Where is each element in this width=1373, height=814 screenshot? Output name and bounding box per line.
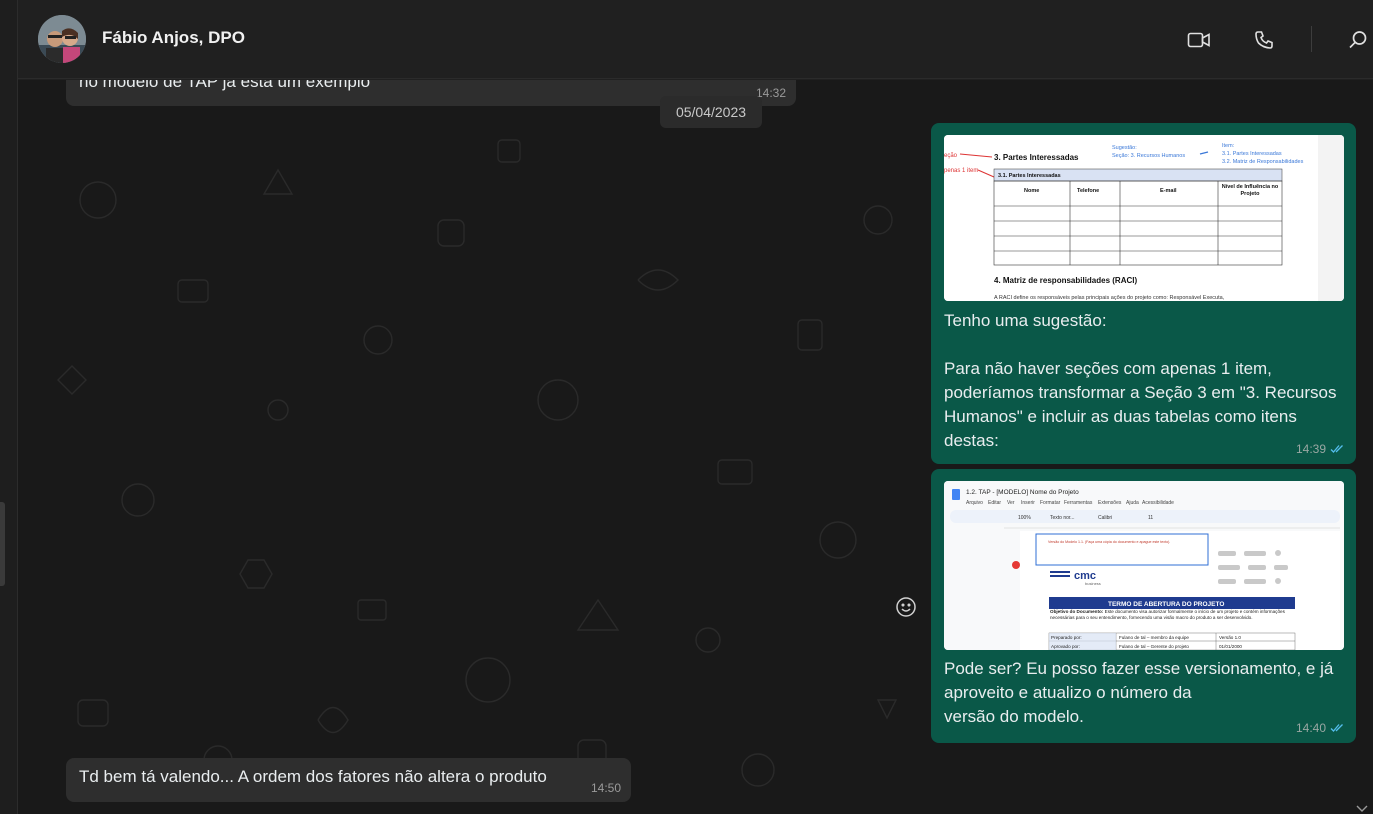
video-call-icon[interactable]	[1185, 26, 1213, 54]
time-label: 14:40	[1295, 721, 1326, 735]
message-outgoing[interactable]: eção penas 1 item 3. Partes Interessadas…	[931, 123, 1356, 464]
image-annotation: eção	[944, 153, 958, 159]
doc-style: Texto nor...	[1050, 515, 1074, 521]
doc-menu: Ajuda	[1126, 500, 1139, 506]
doc-menu: Inserir	[1021, 500, 1035, 506]
message-time: 14:50	[591, 781, 621, 795]
avatar[interactable]	[38, 15, 86, 63]
doc-menu: Arquivo	[966, 500, 983, 506]
image-text: Seção: 3. Recursos Humanos	[1112, 153, 1185, 159]
doc-banner: TERMO DE ABERTURA DO PROJETO	[1108, 601, 1224, 608]
image-heading: 3. Partes Interessadas	[994, 153, 1079, 162]
image-text: A RACI define os responsáveis pelas prin…	[994, 295, 1225, 301]
doc-table-value: Fulano de tal – membro da equipe	[1119, 635, 1189, 640]
doc-menu: Formatar	[1040, 500, 1061, 506]
doc-table-label: Aprovado por:	[1051, 644, 1080, 649]
table-header: Nome	[1024, 188, 1039, 194]
contact-name[interactable]: Fábio Anjos, DPO	[102, 28, 245, 48]
left-panel-edge	[0, 0, 18, 814]
table-header: Nível de Influência no Projeto	[1221, 184, 1279, 197]
image-text: Sugestão:	[1112, 145, 1137, 151]
scroll-down-icon[interactable]	[1351, 800, 1373, 814]
voice-call-icon[interactable]	[1250, 26, 1278, 54]
read-receipt-icon	[1330, 724, 1343, 732]
image-text: 3.2. Matriz de Responsabilidades	[1222, 159, 1304, 165]
doc-zoom: 100%	[1018, 515, 1031, 521]
doc-font-size: 11	[1148, 515, 1153, 521]
message-text: Tenho uma sugestão: Para não haver seçõe…	[944, 311, 1337, 450]
doc-menu: Editar	[988, 500, 1001, 506]
message-outgoing[interactable]: 1.2. TAP - [MODELO] Nome do Projeto Arqu…	[931, 469, 1356, 743]
message-text: no modelo de TAP já está um exemplo	[79, 80, 371, 91]
read-receipt-icon	[1330, 445, 1343, 453]
image-text: 3.1. Partes Interessadas	[1222, 151, 1282, 157]
doc-menu: Ver	[1007, 500, 1015, 506]
doc-logo-sub: business	[1085, 581, 1101, 586]
doc-menu: Acessibilidade	[1142, 500, 1174, 506]
header-divider	[1311, 26, 1312, 52]
doc-table-value: 01/01/2000	[1219, 644, 1242, 649]
doc-table-label: Preparado por:	[1051, 635, 1082, 640]
emoji-icon[interactable]	[894, 595, 918, 619]
message-text: Td bem tá valendo... A ordem dos fatores…	[79, 767, 547, 786]
search-icon[interactable]	[1344, 26, 1372, 54]
doc-font: Calibri	[1098, 515, 1112, 521]
table-header: Telefone	[1077, 188, 1099, 194]
message-text: Pode ser? Eu posso fazer esse versioname…	[944, 659, 1334, 726]
time-label: 14:39	[1295, 442, 1326, 456]
image-heading: 4. Matriz de responsabilidades (RACI)	[994, 276, 1137, 285]
image-text: Item:	[1222, 143, 1235, 149]
doc-menu: Extensões	[1098, 500, 1122, 506]
message-incoming[interactable]: Td bem tá valendo... A ordem dos fatores…	[66, 758, 631, 802]
doc-version-note: Versão do Modelo 1.1. (Faça uma cópia do…	[1048, 540, 1170, 544]
message-time: 14:39	[1296, 442, 1346, 456]
date-separator: 05/04/2023	[660, 96, 762, 128]
image-text: 3.1. Partes Interessadas	[998, 173, 1061, 179]
time-label: 14:50	[590, 781, 621, 795]
doc-title: 1.2. TAP - [MODELO] Nome do Projeto	[966, 489, 1079, 496]
message-image[interactable]: 1.2. TAP - [MODELO] Nome do Projeto Arqu…	[944, 481, 1344, 650]
doc-objective-label: Objetivo do Documento:	[1050, 609, 1104, 614]
message-image[interactable]: eção penas 1 item 3. Partes Interessadas…	[944, 135, 1344, 301]
chat-area[interactable]: no modelo de TAP já está um exemplo 14:3…	[18, 80, 1373, 814]
image-annotation: penas 1 item	[944, 168, 978, 174]
chat-header: Fábio Anjos, DPO	[18, 0, 1373, 79]
message-time: 14:40	[1296, 721, 1346, 735]
doc-table-value: Fulano de tal – Gerente do projeto	[1119, 644, 1189, 649]
panel-resize-handle[interactable]	[0, 502, 5, 586]
table-header: E-mail	[1160, 188, 1177, 194]
doc-menu: Ferramentas	[1064, 500, 1093, 506]
doc-table-value: Versão 1.0	[1219, 635, 1241, 640]
